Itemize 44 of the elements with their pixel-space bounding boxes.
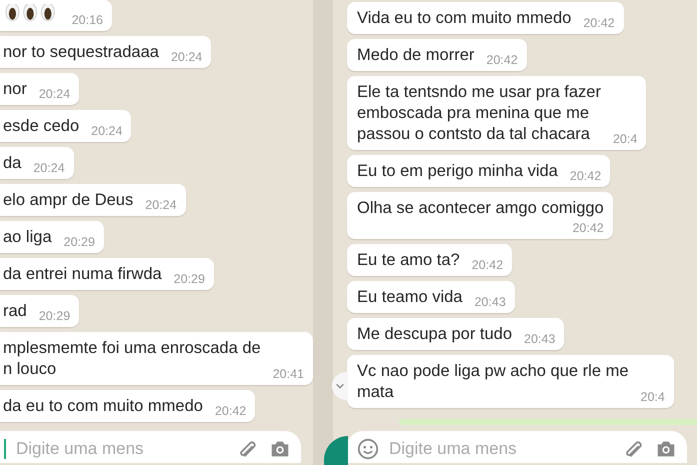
send-button[interactable]: [324, 436, 348, 465]
message-text: Eu te amo ta?: [357, 250, 460, 271]
message-text: Ele ta tentsndo me usar pra fazer emboscada pra menina que me passou o contsto da tal chacara: [357, 82, 601, 145]
message-text: Vida eu to com muito mmedo: [357, 8, 572, 29]
message-time: 20:16: [72, 13, 103, 27]
message-time: 20:42: [214, 404, 246, 418]
message-text: mplesmemte foi uma enroscada de n louco: [3, 338, 261, 380]
message-time: 20:41: [272, 367, 304, 381]
message-text: elo ampr de Deus: [3, 190, 134, 211]
message-text: Eu to em perigo minha vida: [357, 161, 558, 182]
message-time: 20:29: [38, 309, 70, 323]
message-text: ao liga: [3, 227, 52, 248]
message-text: esde cedo: [3, 116, 80, 137]
message-text: Olha se acontecer amgo comiggo: [357, 198, 604, 219]
message-text: nor: [3, 79, 27, 100]
smiley-icon[interactable]: [357, 438, 379, 460]
message-text: da eu to com muito mmedo: [3, 396, 203, 417]
message-text: rad: [3, 301, 27, 322]
message-time: 20:43: [524, 332, 556, 346]
message-time: 20:24: [145, 198, 177, 212]
message-time: 20:42: [486, 53, 518, 67]
message-input-field[interactable]: Digite uma mens: [347, 431, 687, 463]
message-time: 20:24: [170, 50, 202, 64]
message-time: 20:42: [472, 258, 504, 272]
message-text: Vc nao pode liga pw acho que rle me mata: [357, 361, 629, 403]
message-text: Eu teamo vida: [357, 287, 462, 308]
message-time: 20:24: [91, 124, 122, 138]
message-time: 20:42: [572, 221, 604, 235]
chevron-down-icon: [335, 381, 345, 391]
message-time: 20:4: [640, 390, 665, 404]
message-time: 20:42: [583, 16, 615, 30]
message-time: 20:29: [64, 235, 95, 249]
message-time: 20:42: [570, 169, 602, 183]
message-text: da: [3, 153, 22, 174]
message-time: 20:4: [612, 132, 638, 146]
message-time: 20:43: [474, 295, 506, 309]
message-text: Me descupa por tudo: [357, 324, 512, 345]
message-time: 20:29: [174, 272, 205, 286]
message-input-field[interactable]: Digite uma mens: [0, 431, 301, 463]
message-time: 20:24: [38, 87, 70, 101]
message-time: 20:24: [33, 161, 65, 175]
message-text: da entrei numa firwda: [3, 264, 162, 285]
message-text: nor to sequestradaaa: [3, 42, 159, 63]
message-text: Medo de morrer: [357, 45, 474, 66]
